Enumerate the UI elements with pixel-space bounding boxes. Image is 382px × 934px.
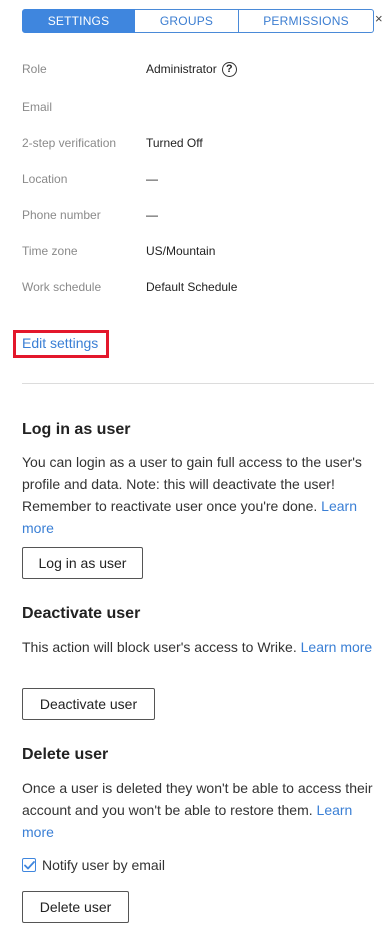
delete-user-button[interactable]: Delete user	[22, 891, 129, 923]
timezone-label: Time zone	[22, 244, 78, 258]
deactivate-section-title: Deactivate user	[22, 605, 141, 622]
work-schedule-label: Work schedule	[22, 280, 102, 294]
notify-checkbox[interactable]	[22, 858, 36, 872]
tab-settings[interactable]: SETTINGS	[22, 9, 135, 33]
role-value-wrap: Administrator ?	[146, 61, 237, 77]
role-value: Administrator	[146, 62, 217, 76]
info-row-timezone: Time zone US/Mountain	[22, 241, 374, 261]
info-row-location: Location —	[22, 169, 374, 189]
info-row-role: Role Administrator ?	[22, 59, 374, 79]
email-label: Email	[22, 100, 53, 114]
tab-bar: SETTINGS GROUPS PERMISSIONS	[22, 9, 374, 33]
login-description: You can login as a user to gain full acc…	[22, 454, 362, 514]
deactivate-section-text: This action will block user's access to …	[22, 636, 378, 658]
role-label: Role	[22, 62, 47, 76]
delete-section-text: Once a user is deleted they won't be abl…	[22, 777, 378, 843]
notify-row: Notify user by email	[22, 857, 165, 873]
deactivate-description: This action will block user's access to …	[22, 639, 297, 655]
log-in-as-user-button[interactable]: Log in as user	[22, 547, 143, 579]
info-row-email: Email	[22, 97, 374, 117]
tab-permissions[interactable]: PERMISSIONS	[239, 9, 374, 33]
edit-settings-link[interactable]: Edit settings	[22, 335, 98, 351]
checkmark-icon	[23, 860, 35, 869]
location-value: —	[146, 172, 158, 186]
two-step-value: Turned Off	[146, 136, 203, 150]
info-row-work-schedule: Work schedule Default Schedule	[22, 277, 374, 297]
divider	[22, 383, 374, 384]
timezone-value: US/Mountain	[146, 244, 216, 258]
login-section-text: You can login as a user to gain full acc…	[22, 451, 378, 539]
info-row-two-step: 2-step verification Turned Off	[22, 133, 374, 153]
close-icon[interactable]: ×	[375, 10, 382, 28]
two-step-label: 2-step verification	[22, 136, 117, 150]
work-schedule-value: Default Schedule	[146, 280, 238, 294]
login-section-title: Log in as user	[22, 421, 131, 438]
phone-value: —	[146, 208, 158, 222]
phone-label: Phone number	[22, 208, 101, 222]
notify-label: Notify user by email	[42, 857, 165, 873]
tab-groups[interactable]: GROUPS	[135, 9, 239, 33]
info-row-phone: Phone number —	[22, 205, 374, 225]
location-label: Location	[22, 172, 68, 186]
help-icon[interactable]: ?	[221, 61, 237, 77]
delete-section-title: Delete user	[22, 746, 109, 763]
deactivate-user-button[interactable]: Deactivate user	[22, 688, 155, 720]
deactivate-learn-more-link[interactable]: Learn more	[301, 639, 373, 655]
